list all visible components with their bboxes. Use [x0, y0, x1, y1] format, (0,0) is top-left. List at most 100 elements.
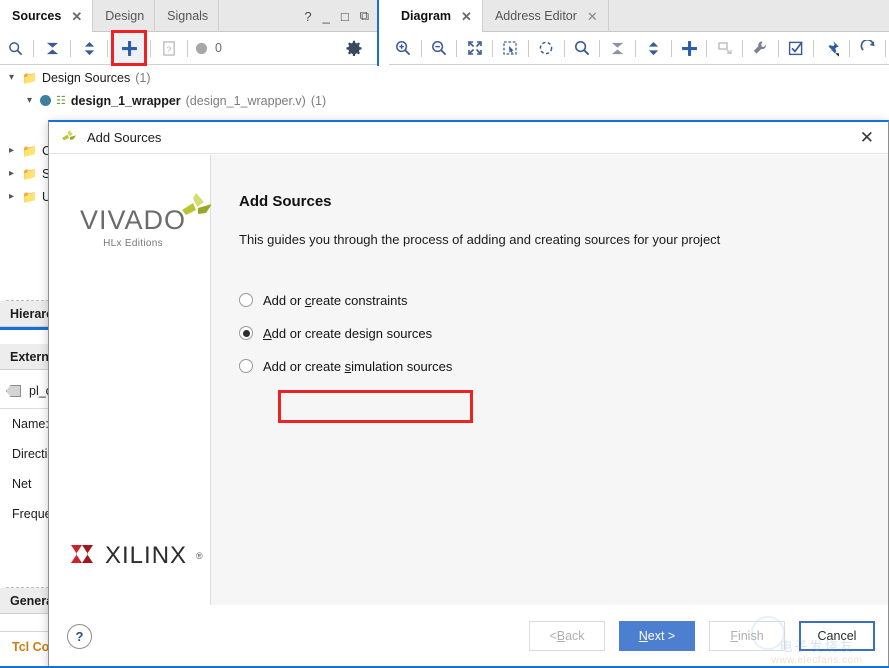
regenerate-layout-icon[interactable] [853, 33, 882, 63]
radio-button[interactable] [239, 326, 253, 340]
radio-add-constraints[interactable]: Add or create constraints [239, 285, 888, 315]
toolbar-separator [742, 39, 744, 57]
chevron-down-icon[interactable]: ▾ [6, 72, 17, 83]
tree-count: (1) [310, 93, 327, 108]
property-label: Freque [12, 507, 52, 521]
chevron-right-icon[interactable]: ▸ [6, 145, 17, 156]
close-icon[interactable]: ✕ [461, 10, 472, 23]
expand-all-icon[interactable] [639, 33, 668, 63]
radio-add-design-sources[interactable]: Add or create design sources [239, 318, 888, 348]
dialog-titlebar[interactable]: Add Sources ✕ [49, 122, 888, 154]
collapse-all-icon[interactable] [603, 33, 632, 63]
close-icon[interactable]: ✕ [71, 10, 82, 23]
hierarchy-icon: ☷ [56, 95, 66, 107]
zoom-fit-icon[interactable] [460, 33, 489, 63]
dialog-footer: ? < Back Next > Finish Cancel [49, 605, 888, 667]
float-icon[interactable]: ⧉ [360, 8, 369, 24]
close-icon[interactable]: ✕ [587, 10, 598, 23]
status-dot-icon [191, 33, 211, 63]
pin-icon[interactable] [817, 33, 846, 63]
tab-sources-label: Sources [12, 9, 62, 23]
run-connection-automation-icon[interactable] [746, 33, 775, 63]
toolbar-separator [884, 39, 886, 57]
gear-icon[interactable] [339, 33, 369, 63]
cancel-button[interactable]: Cancel [799, 621, 875, 651]
vivado-logo: VIVADO HLx Editions [63, 193, 213, 249]
radio-label: Add or create design sources [263, 326, 432, 341]
toolbar-separator [849, 39, 851, 57]
toolbar-separator [527, 39, 529, 57]
tab-sources[interactable]: Sources ✕ [0, 0, 94, 32]
minimize-icon[interactable]: _ [323, 9, 330, 24]
collapse-all-icon[interactable] [37, 33, 67, 63]
next-button[interactable]: Next > [619, 621, 695, 651]
label-post: ack [565, 629, 585, 643]
toolbar-separator [456, 39, 458, 57]
label-post: imulation sources [351, 358, 453, 374]
help-icon[interactable]: ? [304, 9, 311, 24]
radio-add-simulation-sources[interactable]: Add or create simulation sources [239, 351, 888, 381]
help-icon[interactable]: ? [67, 623, 92, 649]
xilinx-wordmark: XILINX [105, 542, 188, 569]
tab-address-editor[interactable]: Address Editor ✕ [483, 0, 609, 32]
toolbar-separator [150, 39, 151, 57]
property-label: Net [12, 477, 32, 491]
vivado-app-icon [61, 129, 78, 147]
folder-icon: 📁 [22, 166, 37, 181]
toolbar-separator [599, 39, 601, 57]
toolbar-separator [492, 39, 494, 57]
chevron-down-icon[interactable]: ▾ [24, 95, 35, 106]
label-mnemonic: N [638, 629, 648, 643]
close-icon[interactable]: ✕ [856, 129, 878, 146]
tab-signals-label: Signals [167, 9, 209, 23]
toolbar-separator [777, 39, 779, 57]
toolbar-separator [634, 39, 636, 57]
label-post: Cancel [817, 629, 857, 643]
search-icon[interactable] [0, 33, 30, 63]
maximize-icon[interactable]: □ [341, 9, 349, 24]
vivado-mark-icon [180, 192, 214, 225]
toolbar-separator [107, 39, 108, 57]
radio-button[interactable] [239, 293, 253, 307]
folder-icon: 📁 [22, 189, 37, 204]
tree-label: Design Sources [41, 70, 131, 85]
tab-design-label: Design [105, 9, 145, 23]
zoom-area-icon[interactable] [496, 33, 525, 63]
tab-signals[interactable]: Signals [155, 0, 220, 32]
refresh-layout-icon[interactable] [532, 33, 561, 63]
toolbar-separator [33, 39, 34, 57]
dialog-content: Add Sources This guides you through the … [211, 155, 888, 605]
tree-count: (1) [135, 70, 151, 85]
label-pre: Add or [263, 292, 305, 308]
zoom-out-icon[interactable] [425, 33, 454, 63]
expand-all-icon[interactable] [74, 33, 104, 63]
toolbar-separator [420, 39, 422, 57]
chevron-right-icon[interactable]: ▸ [6, 168, 17, 179]
toolbar-separator [706, 39, 708, 57]
validate-design-icon[interactable] [782, 33, 811, 63]
dialog-branding-sidebar: VIVADO HLx Editions XILINX ® [49, 155, 213, 605]
tree-row[interactable]: ▾ ☷ design_1_wrapper (design_1_wrapper.v… [0, 89, 379, 112]
toolbar-separator [70, 39, 71, 57]
back-button[interactable]: < Back [529, 621, 605, 651]
toolbar-separator [187, 39, 188, 57]
svg-text:?: ? [167, 44, 172, 54]
add-module-icon [710, 33, 739, 63]
sources-window-buttons: ? _ □ ⧉ [304, 0, 369, 32]
radio-button[interactable] [239, 359, 253, 373]
add-sources-icon[interactable] [111, 30, 147, 66]
chevron-right-icon[interactable]: ▸ [6, 191, 17, 202]
tab-design[interactable]: Design [93, 0, 156, 32]
dialog-body: VIVADO HLx Editions XILINX ® Add Sources… [49, 155, 888, 605]
tab-address-editor-label: Address Editor [494, 9, 577, 23]
zoom-in-icon[interactable] [389, 33, 418, 63]
tab-diagram[interactable]: Diagram ✕ [389, 0, 483, 32]
label-pre: < [549, 629, 557, 643]
tree-row[interactable]: ▾ 📁 Design Sources (1) [0, 66, 379, 89]
add-ip-icon[interactable] [675, 33, 704, 63]
tree-file: (design_1_wrapper.v) [185, 93, 306, 108]
input-port-icon [6, 385, 21, 397]
label-post: reate constraints [311, 292, 408, 308]
finish-button[interactable]: Finish [709, 621, 785, 651]
search-icon[interactable] [568, 33, 597, 63]
